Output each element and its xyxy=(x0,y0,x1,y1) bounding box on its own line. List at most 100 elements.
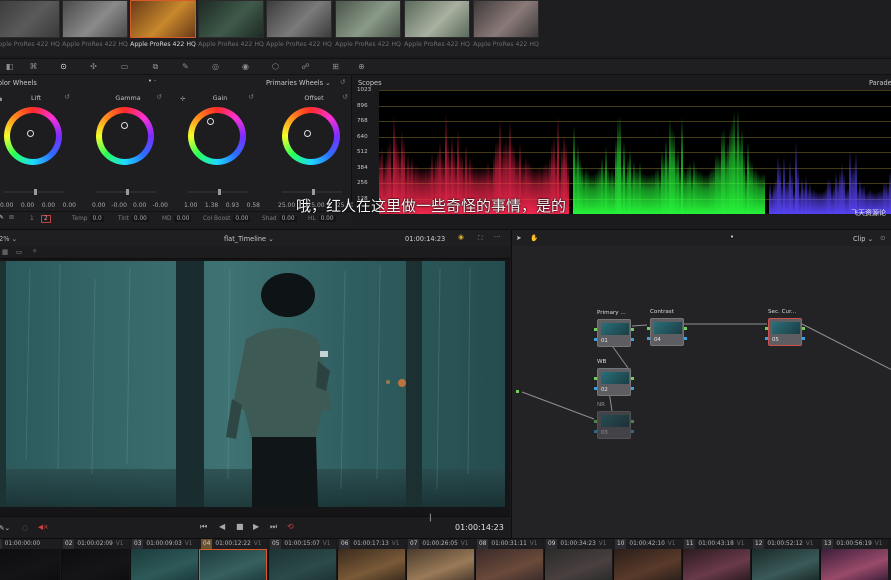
timeline-clip[interactable]: 06 01:00:17:13 V1 xyxy=(337,539,405,580)
play-icon[interactable]: ▶ xyxy=(253,522,259,531)
timeline-clip[interactable]: 09 01:00:34:23 V1 xyxy=(544,539,612,580)
node-key-output-port[interactable] xyxy=(631,430,634,433)
wheel-position-indicator[interactable] xyxy=(121,122,128,129)
temp-field[interactable]: Temp 0.0 xyxy=(72,216,104,222)
tracker-icon[interactable]: ◉ xyxy=(240,62,251,72)
highlight-icon[interactable]: ✧ xyxy=(32,247,38,255)
node-body[interactable]: 04 xyxy=(650,318,684,346)
media-thumbnail[interactable]: Apple ProRes 422 HQ xyxy=(198,0,264,48)
key-icon[interactable]: ⊞ xyxy=(330,62,341,72)
node-output-port[interactable] xyxy=(802,327,805,330)
color-wheels-icon[interactable]: ⊙ xyxy=(58,62,69,72)
slider-knob[interactable] xyxy=(126,189,129,195)
play-reverse-icon[interactable]: ◀ xyxy=(219,522,225,531)
timeline-clip[interactable]: 03 01:00:09:03 V1 xyxy=(130,539,198,580)
viewer-zoom[interactable]: 2% ⌄ xyxy=(0,235,17,243)
auto-balance-icon[interactable]: ⊠ xyxy=(9,215,14,221)
wheel-value[interactable]: 0.00 xyxy=(42,202,55,209)
node-input-port[interactable] xyxy=(594,328,597,331)
node-key-output-port[interactable] xyxy=(631,338,634,341)
page-2-button[interactable]: 2 xyxy=(41,215,51,223)
node-input-port[interactable] xyxy=(594,377,597,380)
qualifier-icon[interactable]: ✎ xyxy=(180,62,191,72)
grid-view-icon[interactable]: ▦ xyxy=(2,248,8,256)
node-02[interactable]: WB 02 xyxy=(594,359,634,396)
node-03[interactable]: NR 03 xyxy=(594,402,634,439)
node-key-output-port[interactable] xyxy=(684,337,687,340)
input-port[interactable] xyxy=(516,390,519,393)
wheel-value[interactable]: 0.00 xyxy=(21,202,34,209)
wheel-value[interactable]: 0.00 xyxy=(92,202,105,209)
split-view-icon[interactable]: ▭ xyxy=(16,248,22,256)
wheel-reset-icon[interactable]: ↺ xyxy=(156,93,162,101)
wheel-reset-icon[interactable]: ↺ xyxy=(64,93,70,101)
audio-icon[interactable]: ◀× xyxy=(38,523,49,531)
tint-field[interactable]: Tint 0.00 xyxy=(118,216,149,222)
wheel-value[interactable]: -0.00 xyxy=(152,202,168,209)
colboost-field[interactable]: Col Boost 0.00 xyxy=(203,216,251,222)
node-key-output-port[interactable] xyxy=(631,387,634,390)
media-thumbnail[interactable]: Apple ProRes 422 HQ xyxy=(335,0,401,48)
node-01[interactable]: Primary ... 01 xyxy=(594,310,634,347)
rgb-mixer-icon[interactable]: ✣ xyxy=(88,62,99,72)
media-thumbnail[interactable]: Apple ProRes 422 HQ xyxy=(130,0,196,48)
node-key-input-port[interactable] xyxy=(594,338,597,341)
wheel-position-indicator[interactable] xyxy=(27,130,34,137)
media-thumbnail[interactable]: Apple ProRes 422 HQ xyxy=(473,0,539,48)
sizing-icon[interactable]: ⊕ xyxy=(356,62,367,72)
lift-bar-icon[interactable]: ▪ xyxy=(0,95,2,103)
node-key-input-port[interactable] xyxy=(647,337,650,340)
slider-knob[interactable] xyxy=(218,189,221,195)
master-wheel-slider[interactable] xyxy=(188,189,248,195)
motion-effects-icon[interactable]: ▭ xyxy=(119,62,130,72)
camera-raw-icon[interactable]: ◧ xyxy=(4,62,15,72)
node-options-icon[interactable]: ⊙ xyxy=(880,234,886,242)
fullscreen-icon[interactable]: ⛶ xyxy=(478,234,483,243)
media-thumbnail[interactable]: Apple ProRes 422 HQ xyxy=(404,0,470,48)
media-thumbnail[interactable]: Apple ProRes 422 HQ xyxy=(0,0,60,48)
loop-icon[interactable]: ◌ xyxy=(22,524,28,532)
color-wheel[interactable] xyxy=(4,107,62,165)
node-body[interactable]: 03 xyxy=(597,411,631,439)
loop-playback-icon[interactable]: ⟲ xyxy=(287,522,294,531)
media-thumbnail[interactable]: Apple ProRes 422 HQ xyxy=(266,0,332,48)
node-input-port[interactable] xyxy=(594,420,597,423)
wheel-value[interactable]: 0.00 xyxy=(63,202,76,209)
go-to-end-icon[interactable]: ⏭ xyxy=(270,522,277,532)
wheel-value[interactable]: 0.93 xyxy=(226,202,239,209)
timeline-clip[interactable]: 10 01:00:42:10 V1 xyxy=(613,539,681,580)
master-wheel-slider[interactable] xyxy=(4,189,64,195)
blur-icon[interactable]: ☍ xyxy=(300,62,311,72)
wheel-position-indicator[interactable] xyxy=(207,118,214,125)
wheel-reset-icon[interactable]: ↺ xyxy=(248,93,254,101)
wheel-value[interactable]: 0.58 xyxy=(247,202,260,209)
wheels-mode-select[interactable]: Primaries Wheels ⌄ xyxy=(266,79,331,87)
wheel-position-indicator[interactable] xyxy=(304,130,311,137)
node-input-port[interactable] xyxy=(765,327,768,330)
node-output-port[interactable] xyxy=(684,327,687,330)
pointer-tool-icon[interactable]: ➤ xyxy=(516,234,522,242)
node-body[interactable]: 02 xyxy=(597,368,631,396)
wheel-value[interactable]: 1.38 xyxy=(205,202,218,209)
node-input-port[interactable] xyxy=(647,327,650,330)
wheel-value[interactable]: 0.00 xyxy=(0,202,13,209)
wheel-value[interactable]: 1.00 xyxy=(184,202,197,209)
node-output-port[interactable] xyxy=(631,377,634,380)
node-key-input-port[interactable] xyxy=(765,337,768,340)
picker-icon[interactable]: ✎ xyxy=(0,215,4,221)
shad-field[interactable]: Shad 0.00 xyxy=(262,216,297,222)
hl-field[interactable]: HL 0.00 xyxy=(308,216,336,222)
color-wheel[interactable] xyxy=(188,107,246,165)
timeline-clip[interactable]: 07 01:00:26:05 V1 xyxy=(406,539,474,580)
magic-mask-icon[interactable]: ⬡ xyxy=(270,62,281,72)
hand-tool-icon[interactable]: ✋ xyxy=(530,234,538,242)
go-to-start-icon[interactable]: ⏮ xyxy=(200,522,207,532)
slider-knob[interactable] xyxy=(34,189,37,195)
window-icon[interactable]: ◎ xyxy=(210,62,221,72)
timeline-clip[interactable]: 02 01:00:02:09 V1 xyxy=(61,539,129,580)
timeline-clip[interactable]: 05 01:00:15:07 V1 xyxy=(268,539,336,580)
node-mode-select[interactable]: Clip ⌄ xyxy=(853,235,873,243)
playhead-marker[interactable]: ▏ xyxy=(430,514,435,522)
timeline-clip[interactable]: 12 01:00:52:12 V1 xyxy=(751,539,819,580)
gain-picker-icon[interactable]: ✛ xyxy=(180,95,186,103)
